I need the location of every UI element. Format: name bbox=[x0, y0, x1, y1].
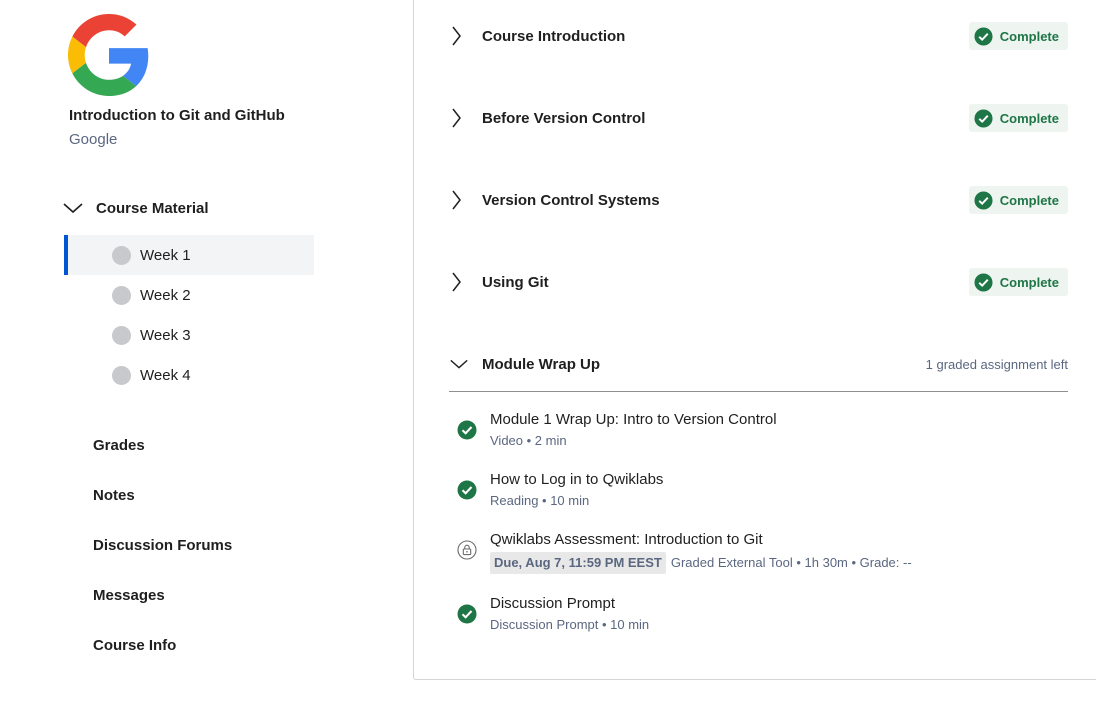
lesson-meta: Video • 2 min bbox=[490, 433, 567, 448]
week-label: Week 2 bbox=[140, 286, 191, 304]
chevron-down-icon bbox=[449, 352, 469, 376]
lesson-meta: Graded External Tool • 1h 30m • Grade: -… bbox=[670, 555, 912, 570]
check-circle-icon bbox=[457, 420, 477, 440]
module-using-git[interactable]: Using Git Complete bbox=[449, 262, 1068, 302]
lesson-item-discussion-prompt[interactable]: Discussion Prompt Discussion Prompt • 10… bbox=[457, 594, 1067, 634]
nav-item-course-info[interactable]: Course Info bbox=[93, 620, 232, 670]
status-text: Complete bbox=[999, 110, 1059, 126]
status-text: Complete bbox=[999, 192, 1059, 208]
week-label: Week 1 bbox=[140, 246, 191, 264]
complete-badge: Complete bbox=[968, 186, 1068, 214]
chevron-down-icon bbox=[62, 201, 84, 215]
module-title: Course Introduction bbox=[482, 27, 626, 45]
partner-name: Google bbox=[69, 131, 118, 148]
progress-circle-icon bbox=[112, 285, 131, 305]
course-material-label: Course Material bbox=[96, 199, 209, 217]
nav-item-messages[interactable]: Messages bbox=[93, 570, 232, 620]
module-panel: Course Introduction Complete Before Vers… bbox=[413, 0, 1096, 680]
nav-item-discussion-forums[interactable]: Discussion Forums bbox=[93, 520, 232, 570]
nav-item-notes[interactable]: Notes bbox=[93, 470, 232, 520]
google-logo-icon[interactable] bbox=[68, 14, 150, 96]
lesson-title[interactable]: Qwiklabs Assessment: Introduction to Git bbox=[490, 530, 912, 550]
lesson-meta: Reading • 10 min bbox=[490, 493, 590, 508]
lesson-title[interactable]: Module 1 Wrap Up: Intro to Version Contr… bbox=[490, 410, 777, 430]
status-text: Complete bbox=[999, 28, 1059, 44]
lesson-item-wrap-up-video[interactable]: Module 1 Wrap Up: Intro to Version Contr… bbox=[457, 410, 1067, 450]
check-circle-icon bbox=[974, 108, 993, 128]
progress-circle-icon bbox=[112, 325, 131, 345]
module-wrap-up[interactable]: Module Wrap Up 1 graded assignment left bbox=[449, 344, 1068, 384]
course-title: Introduction to Git and GitHub bbox=[69, 107, 285, 124]
progress-circle-icon bbox=[112, 365, 131, 385]
week-label: Week 4 bbox=[140, 366, 191, 384]
lesson-title[interactable]: How to Log in to Qwiklabs bbox=[490, 470, 663, 490]
week-item-1[interactable]: Week 1 bbox=[64, 235, 314, 275]
chevron-right-icon bbox=[449, 188, 469, 212]
module-before-version-control[interactable]: Before Version Control Complete bbox=[449, 98, 1068, 138]
sidebar-nav: Grades Notes Discussion Forums Messages … bbox=[93, 420, 232, 670]
check-circle-icon bbox=[974, 272, 993, 292]
module-title: Using Git bbox=[482, 273, 549, 291]
course-material-toggle[interactable]: Course Material bbox=[62, 196, 209, 220]
sidebar: Introduction to Git and GitHub Google Co… bbox=[0, 0, 400, 717]
module-course-introduction[interactable]: Course Introduction Complete bbox=[449, 16, 1068, 56]
week-label: Week 3 bbox=[140, 326, 191, 344]
status-text: Complete bbox=[999, 274, 1059, 290]
due-date-badge: Due, Aug 7, 11:59 PM EEST bbox=[490, 552, 666, 574]
lesson-meta: Discussion Prompt • 10 min bbox=[490, 617, 650, 632]
check-circle-icon bbox=[974, 26, 993, 46]
week-item-3[interactable]: Week 3 bbox=[64, 315, 314, 355]
lesson-item-qwiklabs-assessment[interactable]: Qwiklabs Assessment: Introduction to Git… bbox=[457, 530, 1067, 574]
chevron-right-icon bbox=[449, 24, 469, 48]
complete-badge: Complete bbox=[968, 104, 1068, 132]
lock-icon bbox=[457, 540, 477, 560]
check-circle-icon bbox=[974, 190, 993, 210]
module-title: Module Wrap Up bbox=[482, 355, 601, 373]
divider bbox=[449, 391, 1068, 392]
module-title: Version Control Systems bbox=[482, 191, 660, 209]
chevron-right-icon bbox=[449, 270, 469, 294]
nav-item-grades[interactable]: Grades bbox=[93, 420, 232, 470]
lesson-meta-row: Due, Aug 7, 11:59 PM EEST Graded Externa… bbox=[490, 552, 912, 574]
graded-remaining-text: 1 graded assignment left bbox=[925, 356, 1068, 372]
lesson-title[interactable]: Discussion Prompt bbox=[490, 594, 649, 614]
week-list: Week 1 Week 2 Week 3 Week 4 bbox=[64, 235, 314, 395]
week-item-2[interactable]: Week 2 bbox=[64, 275, 314, 315]
complete-badge: Complete bbox=[968, 268, 1068, 296]
module-version-control-systems[interactable]: Version Control Systems Complete bbox=[449, 180, 1068, 220]
check-circle-icon bbox=[457, 480, 477, 500]
check-circle-icon bbox=[457, 604, 477, 624]
week-item-4[interactable]: Week 4 bbox=[64, 355, 314, 395]
lesson-item-qwiklabs-login[interactable]: How to Log in to Qwiklabs Reading • 10 m… bbox=[457, 470, 1067, 510]
chevron-right-icon bbox=[449, 106, 469, 130]
module-title: Before Version Control bbox=[482, 109, 646, 127]
complete-badge: Complete bbox=[968, 22, 1068, 50]
progress-circle-icon bbox=[112, 245, 131, 265]
